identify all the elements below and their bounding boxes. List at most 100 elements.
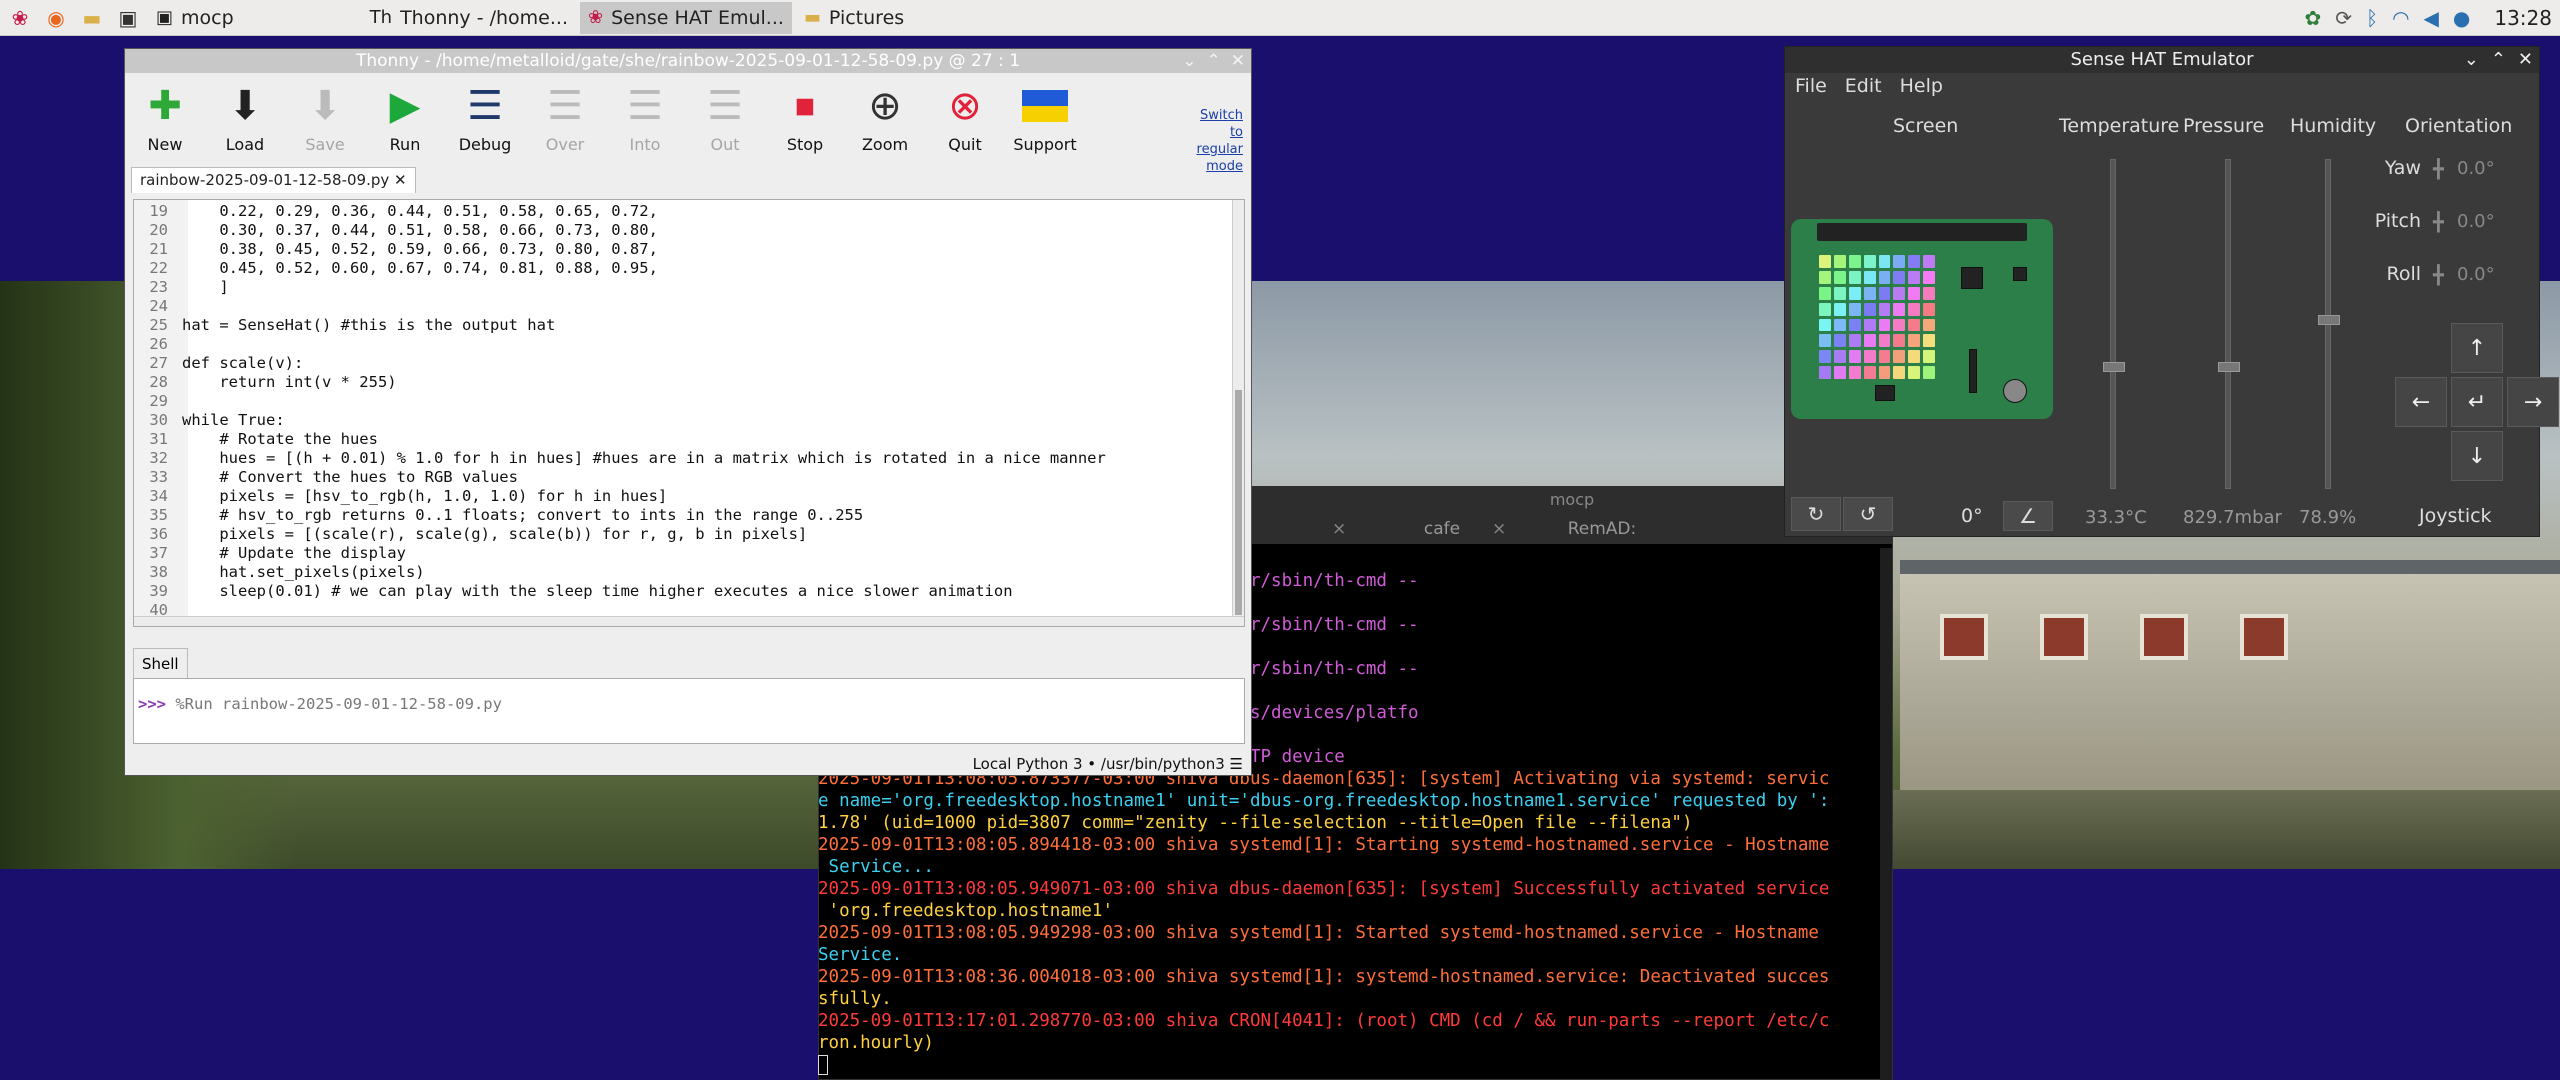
firefox-icon[interactable]: ◉ — [40, 4, 72, 32]
code-editor[interactable]: 19 0.22, 0.29, 0.36, 0.44, 0.51, 0.58, 0… — [133, 199, 1245, 627]
task-pictures[interactable]: ▬ Pictures — [796, 2, 912, 34]
pressure-slider[interactable] — [2218, 159, 2240, 489]
load-button[interactable]: ⬇ Load — [205, 81, 285, 154]
roll-control[interactable]: Roll ╋ 0.0° — [2361, 263, 2531, 286]
menu-help[interactable]: Help — [1900, 73, 1943, 99]
code-line: 23 ] — [134, 278, 1106, 297]
terminal-line: 2025-09-01T13:08:36.004018-03:00 shiva s… — [818, 967, 1830, 987]
terminal-line: 2025-09-01T13:08:05.894418-03:00 shiva s… — [818, 835, 1830, 855]
shell-console[interactable]: >>> %Run rainbow-2025-09-01-12-58-09.py — [133, 678, 1245, 744]
menu-edit[interactable]: Edit — [1845, 73, 1882, 99]
led-pixel — [1863, 255, 1876, 268]
quit-button[interactable]: ⊗ Quit — [925, 81, 1005, 154]
maximize-icon[interactable]: ⌃ — [1207, 49, 1221, 73]
raspberry-menu-icon[interactable]: ❀ — [4, 4, 36, 32]
zoom-button[interactable]: ⊕ Zoom — [845, 81, 925, 154]
yaw-slider[interactable]: ╋ — [2433, 159, 2453, 180]
terminal-scrollbar[interactable] — [1880, 548, 1892, 1080]
microphone-icon[interactable]: ● — [2453, 6, 2470, 30]
thonny-titlebar[interactable]: Thonny - /home/metalloid/gate/she/rainbo… — [125, 49, 1251, 73]
step-over-button[interactable]: ☰ Over — [525, 81, 605, 154]
line-number: 30 — [149, 411, 168, 429]
joystick-up-button[interactable]: ↑ — [2451, 323, 2503, 373]
bluetooth-icon[interactable]: ᛒ — [2366, 6, 2378, 30]
terminal-icon[interactable]: ▣ — [112, 4, 144, 32]
humidity-knob[interactable] — [2318, 315, 2340, 325]
update-icon[interactable]: ⟳ — [2335, 6, 2352, 30]
terminal-cursor — [818, 1055, 828, 1075]
led-pixel — [1819, 366, 1831, 379]
pitch-control[interactable]: Pitch ╋ 0.0° — [2361, 210, 2531, 233]
rotate-cw-icon: ↻ — [1807, 502, 1825, 526]
yaw-control[interactable]: Yaw ╋ 0.0° — [2361, 157, 2531, 180]
joystick-right-button[interactable]: → — [2507, 377, 2559, 427]
close-icon[interactable]: ✕ — [1231, 49, 1245, 73]
pressure-knob[interactable] — [2218, 361, 2240, 372]
joystick-enter-button[interactable]: ↵ — [2451, 377, 2503, 427]
close-icon[interactable]: × — [1332, 519, 1346, 539]
clock[interactable]: 13:28 — [2494, 6, 2552, 30]
task-mocp[interactable]: ▣ mocp — [148, 2, 242, 34]
maximize-icon[interactable]: ⌃ — [2491, 47, 2506, 73]
joystick-down-button[interactable]: ↓ — [2451, 431, 2503, 481]
editor-horizontal-scrollbar[interactable] — [134, 616, 1244, 626]
terminal-line: 'org.freedesktop.hostname1' — [818, 901, 1114, 921]
code-text: return int(v * 255) — [182, 373, 397, 391]
step-into-button[interactable]: ☰ Into — [605, 81, 685, 154]
step-out-button[interactable]: ☰ Out — [685, 81, 765, 154]
rotate-ccw-icon: ↺ — [1859, 502, 1877, 526]
shell-tab[interactable]: Shell — [133, 648, 188, 678]
scroll-thumb[interactable] — [1235, 390, 1242, 615]
rotate-right-button[interactable]: ↻ — [1791, 497, 1841, 531]
raspberry-icon: ❀ — [587, 7, 604, 28]
editor-vertical-scrollbar[interactable] — [1232, 200, 1244, 626]
menu-file[interactable]: File — [1795, 73, 1827, 99]
wifi-icon[interactable]: ◠ — [2392, 6, 2409, 30]
switch-mode-link[interactable]: Switch to regular mode — [1183, 107, 1243, 175]
pitch-slider[interactable]: ╋ — [2433, 212, 2453, 233]
plus-icon: ✚ — [148, 83, 182, 129]
task-thonny[interactable]: Th Thonny - /home... — [362, 2, 576, 34]
temperature-slider[interactable] — [2103, 159, 2125, 489]
minimize-icon[interactable]: ⌄ — [1182, 49, 1196, 73]
led-pixel — [1893, 270, 1906, 284]
file-tab[interactable]: rainbow-2025-09-01-12-58-09.py ✕ — [131, 167, 416, 193]
run-button[interactable]: ▶ Run — [365, 81, 445, 154]
sensehat-titlebar[interactable]: Sense HAT Emulator ⌄ ⌃ ✕ — [1785, 47, 2539, 73]
led-pixel — [1923, 350, 1935, 364]
temperature-knob[interactable] — [2103, 361, 2125, 372]
thonny-window: Thonny - /home/metalloid/gate/she/rainbo… — [124, 48, 1252, 776]
humidity-slider[interactable] — [2318, 159, 2340, 489]
led-pixel — [1848, 286, 1861, 300]
rotate-left-button[interactable]: ↺ — [1843, 497, 1893, 531]
volume-icon[interactable]: ◀ — [2424, 6, 2439, 30]
code-text: # hsv_to_rgb returns 0..1 floats; conver… — [182, 506, 864, 524]
folder-icon[interactable]: ▬ — [76, 4, 108, 32]
pressure-value: 829.7mbar — [2183, 507, 2282, 528]
close-icon[interactable]: ✕ — [394, 171, 407, 189]
joystick-left-button[interactable]: ← — [2395, 377, 2447, 427]
code-line: 35 # hsv_to_rgb returns 0..1 floats; con… — [134, 506, 1106, 525]
roll-slider[interactable]: ╋ — [2433, 265, 2453, 286]
minimize-icon[interactable]: ⌄ — [2464, 47, 2479, 73]
led-pixel — [1908, 334, 1921, 348]
interpreter-status[interactable]: Local Python 3 • /usr/bin/python3 ☰ — [973, 755, 1243, 773]
support-button[interactable]: Support — [1005, 81, 1085, 154]
orientation-reset-button[interactable]: ∠ — [2003, 501, 2053, 531]
close-icon[interactable]: ✕ — [2518, 47, 2533, 73]
line-number: 24 — [149, 297, 168, 315]
line-number: 23 — [149, 278, 168, 296]
led-pixel — [1848, 350, 1861, 364]
led-pixel — [1908, 302, 1921, 316]
save-button[interactable]: ⬇ Save — [285, 81, 365, 154]
debug-button[interactable]: ☰ Debug — [445, 81, 525, 154]
stop-button[interactable]: ⏹ Stop — [765, 81, 845, 154]
terminal-tab[interactable]: × RemAD: — [1492, 519, 1682, 539]
new-button[interactable]: ✚ New — [125, 81, 205, 154]
terminal-icon: ▣ — [156, 7, 174, 28]
puzzle-icon[interactable]: ✿ — [2305, 6, 2322, 30]
close-icon[interactable]: × — [1492, 519, 1506, 539]
led-pixel — [1908, 286, 1921, 300]
code-line: 26 — [134, 335, 1106, 354]
task-sensehat[interactable]: ❀ Sense HAT Emul... — [579, 1, 792, 34]
